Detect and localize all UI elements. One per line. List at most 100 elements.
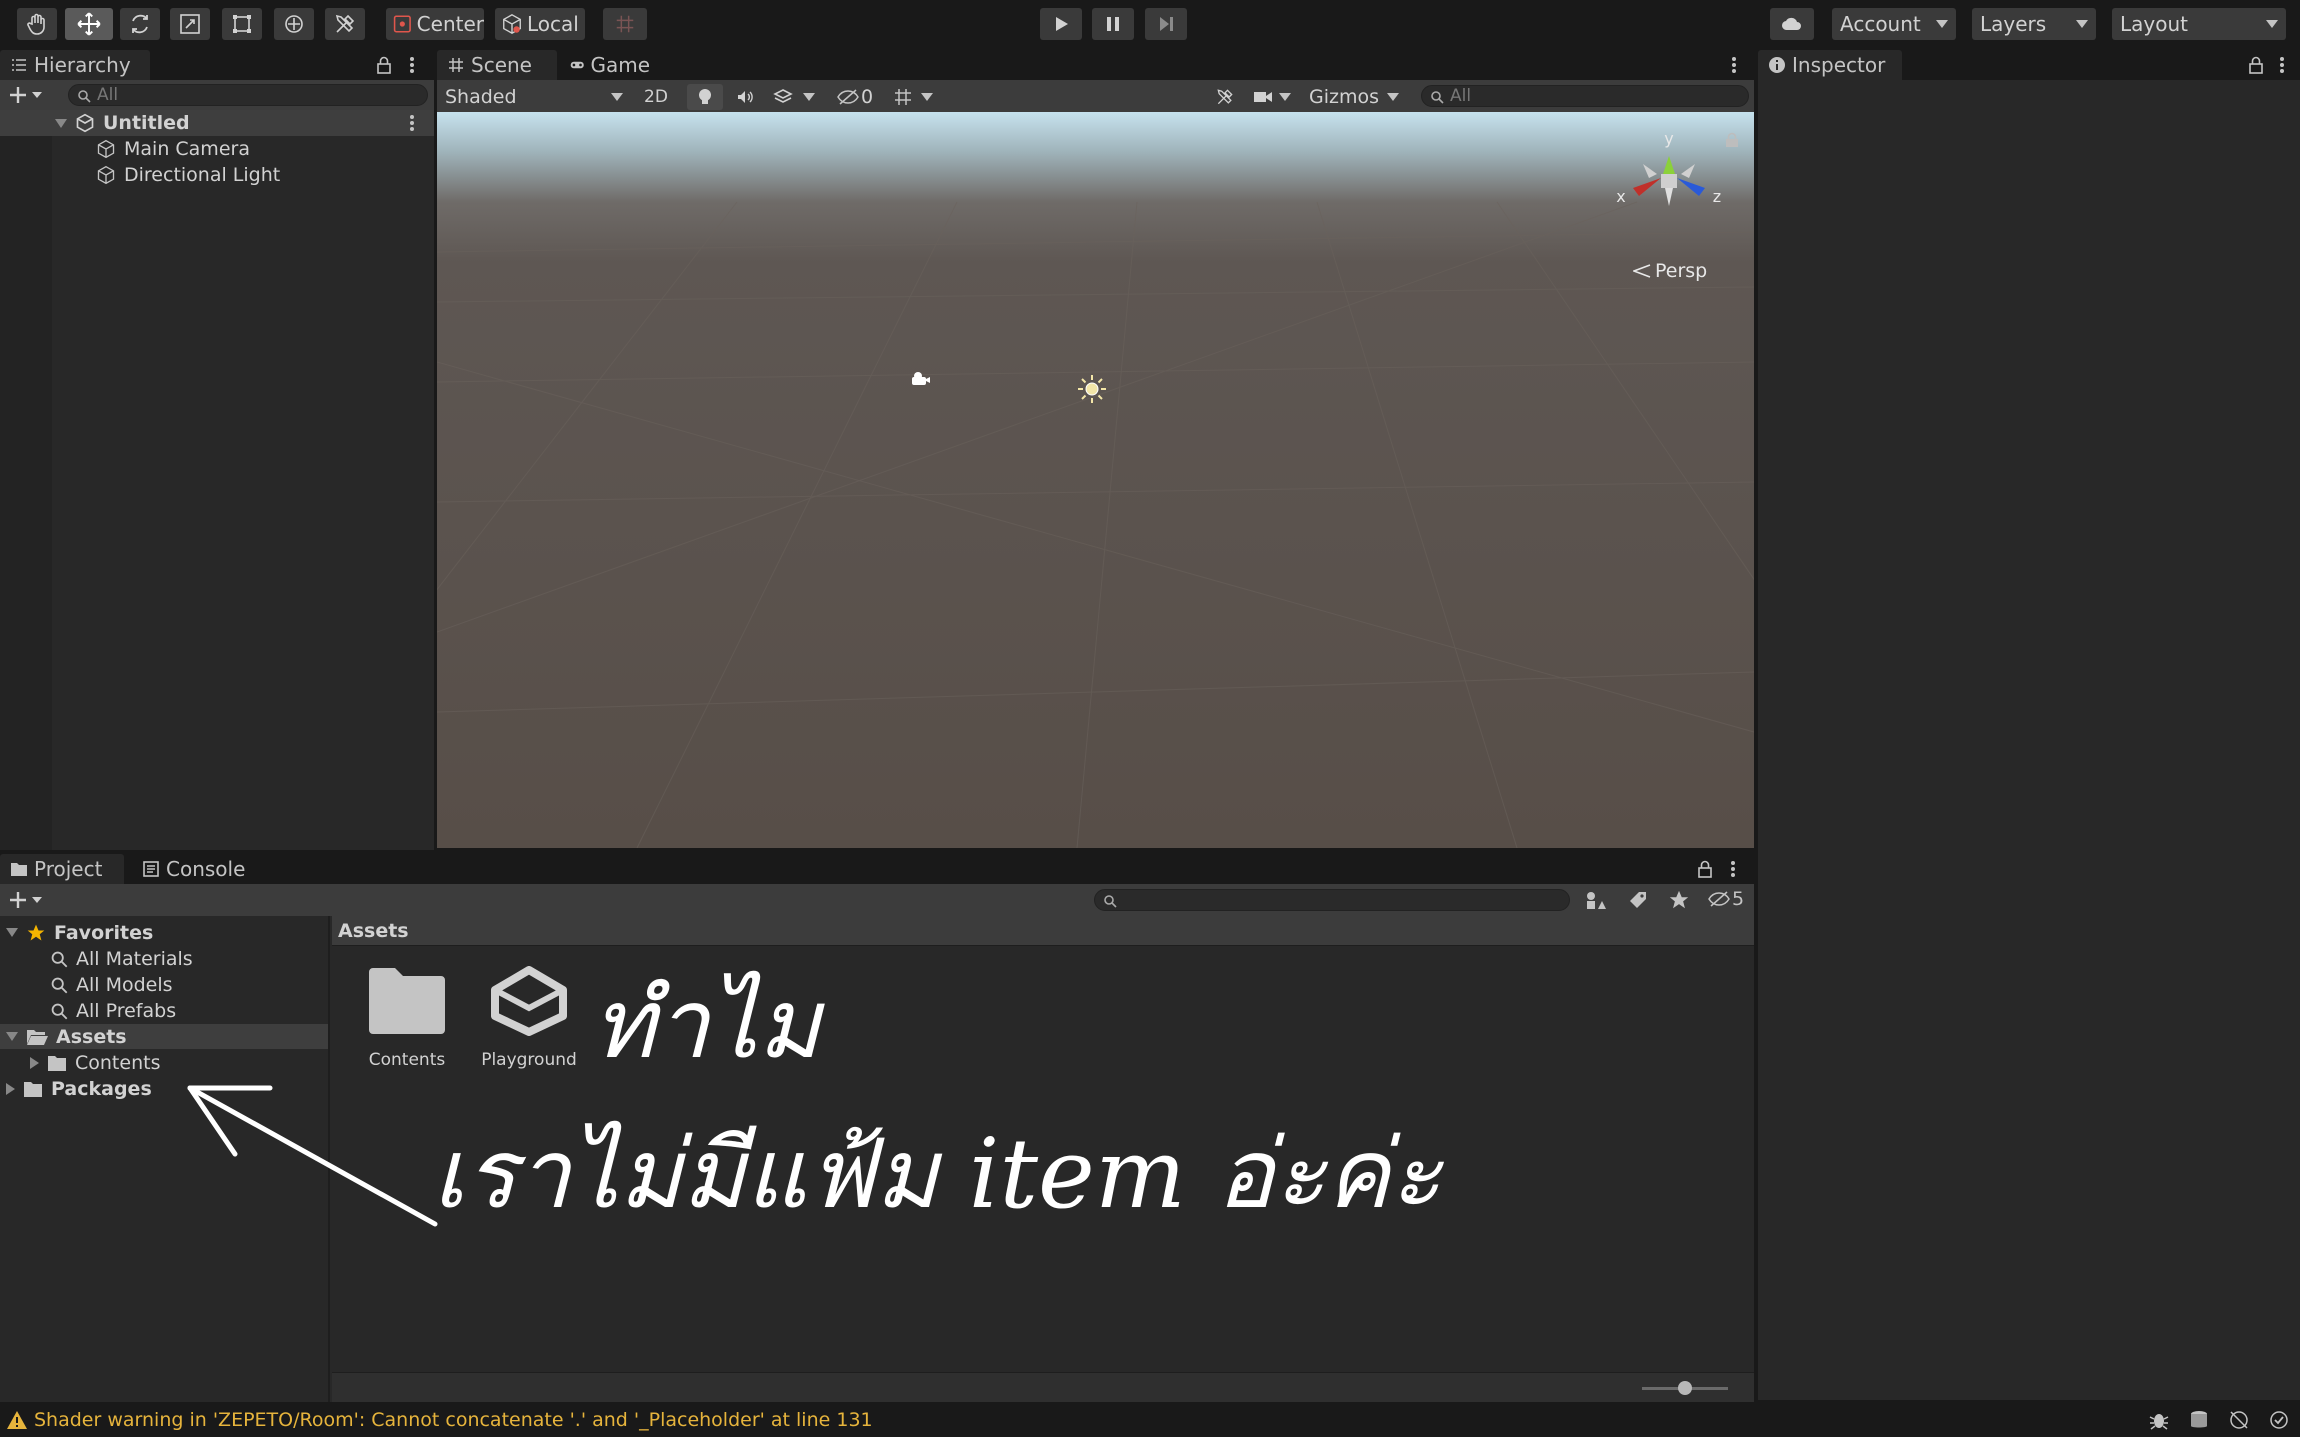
tab-game[interactable]: Game <box>560 50 660 80</box>
project-visibility-toggle[interactable]: 5 <box>1708 888 1744 910</box>
mode-2d-toggle[interactable]: 2D <box>635 84 677 110</box>
project-search-input[interactable] <box>1094 889 1570 911</box>
scene-row-untitled[interactable]: Untitled <box>0 110 434 136</box>
gizmos-dropdown[interactable] <box>1379 84 1407 110</box>
create-dropdown-button[interactable] <box>8 83 52 107</box>
tab-scene[interactable]: Scene <box>437 50 557 80</box>
rotate-tool-button[interactable] <box>120 8 160 40</box>
favorite-item-label: All Models <box>76 973 173 996</box>
chevron-down-icon <box>921 93 933 101</box>
bug-icon[interactable] <box>2148 1409 2170 1431</box>
favorite-item-all-materials[interactable]: All Materials <box>50 946 193 971</box>
hierarchy-item-main-camera[interactable]: Main Camera <box>0 136 434 162</box>
layout-label: Layout <box>2120 12 2188 36</box>
layout-dropdown[interactable]: Layout <box>2112 8 2286 40</box>
rect-tool-button[interactable] <box>222 8 262 40</box>
hierarchy-search-input[interactable]: All <box>68 84 428 106</box>
audio-toggle[interactable] <box>727 84 763 110</box>
search-icon <box>51 951 68 967</box>
lighting-toggle[interactable] <box>687 84 723 110</box>
gamepad-icon <box>570 61 584 69</box>
tab-inspector[interactable]: Inspector <box>1758 50 1902 80</box>
kebab-menu-icon[interactable] <box>410 57 414 73</box>
asset-item-playground[interactable]: Playground <box>474 966 584 1070</box>
project-panel: Project Console 5 Favorites All Material… <box>0 854 1754 1402</box>
effects-dropdown[interactable] <box>767 84 825 110</box>
zoom-slider-thumb[interactable] <box>1678 1381 1692 1395</box>
transform-tool-button[interactable] <box>274 8 314 40</box>
gizmos-label: Gizmos <box>1309 86 1380 108</box>
unity-scene-icon <box>76 113 94 133</box>
pause-button[interactable] <box>1092 8 1134 40</box>
cloud-button[interactable] <box>1770 8 1814 40</box>
scene-search-input[interactable]: All <box>1421 85 1749 107</box>
folder-contents[interactable]: Contents <box>30 1050 160 1075</box>
inspector-tabbar: Inspector <box>1758 50 2300 80</box>
move-tool-button[interactable] <box>65 8 113 40</box>
kebab-menu-icon[interactable] <box>410 115 414 131</box>
handwritten-note-line2: เราไม่มีแฟ้ม item อ่ะค่ะ <box>432 1118 1442 1230</box>
custom-tool-button[interactable] <box>325 8 365 40</box>
status-message[interactable]: Shader warning in 'ZEPETO/Room': Cannot … <box>34 1409 873 1431</box>
projection-toggle[interactable]: Persp <box>1633 260 1707 282</box>
gizmos-button[interactable]: Gizmos <box>1303 84 1380 110</box>
layers-dropdown[interactable]: Layers <box>1972 8 2096 40</box>
breadcrumb: Assets <box>332 916 1754 946</box>
favorites-section[interactable]: Favorites <box>6 920 153 945</box>
check-circle-icon[interactable] <box>2268 1409 2290 1431</box>
folder-label: Contents <box>75 1051 161 1074</box>
scene-search-placeholder: All <box>1450 86 1472 106</box>
asset-item-contents[interactable]: Contents <box>352 966 462 1070</box>
star-icon[interactable] <box>1668 889 1690 911</box>
kebab-menu-icon[interactable] <box>1731 861 1735 877</box>
scale-tool-button[interactable] <box>170 8 210 40</box>
step-icon <box>1160 17 1173 31</box>
folder-icon <box>48 1055 66 1071</box>
lock-icon[interactable] <box>376 56 392 74</box>
perspective-icon <box>1633 264 1651 278</box>
scene-viewport[interactable]: y x z Persp <box>437 112 1754 848</box>
lock-icon[interactable] <box>1725 132 1739 148</box>
tab-project[interactable]: Project <box>0 854 124 884</box>
network-off-icon[interactable] <box>2228 1409 2250 1431</box>
project-assets-area: Assets Contents Playground ทำไม เราไม่มี… <box>332 916 1754 1402</box>
pivot-center-toggle[interactable]: Center <box>386 8 484 40</box>
step-button[interactable] <box>1145 8 1187 40</box>
project-hidden-count: 5 <box>1732 888 1745 910</box>
lock-icon[interactable] <box>1697 860 1713 878</box>
camera-settings-dropdown[interactable] <box>1247 84 1297 110</box>
hand-tool-button[interactable] <box>17 8 57 40</box>
tab-hierarchy[interactable]: Hierarchy <box>0 50 150 80</box>
search-by-type-icon[interactable] <box>1584 890 1606 910</box>
database-icon[interactable] <box>2188 1409 2210 1431</box>
orientation-gizmo[interactable]: y x z <box>1605 118 1735 248</box>
tools-toggle[interactable] <box>1207 84 1243 110</box>
scene-visibility-toggle[interactable]: 0 <box>831 84 881 110</box>
search-icon <box>1104 895 1117 908</box>
kebab-menu-icon[interactable] <box>2280 57 2284 73</box>
grid-snap-button[interactable] <box>603 8 647 40</box>
breadcrumb-item[interactable]: Assets <box>338 920 409 942</box>
sun-light-gizmo-icon[interactable] <box>1077 374 1107 404</box>
move-arrows-icon <box>77 12 101 36</box>
favorite-item-all-models[interactable]: All Models <box>50 972 173 997</box>
hierarchy-item-directional-light[interactable]: Directional Light <box>0 162 434 188</box>
expand-arrow-icon <box>30 1056 39 1069</box>
create-asset-dropdown-button[interactable] <box>8 888 52 912</box>
account-dropdown[interactable]: Account <box>1832 8 1956 40</box>
label-tag-icon[interactable] <box>1628 890 1648 910</box>
kebab-menu-icon[interactable] <box>1732 57 1736 73</box>
packages-folder[interactable]: Packages <box>6 1076 152 1101</box>
assets-folder[interactable]: Assets <box>0 1024 328 1049</box>
play-button[interactable] <box>1040 8 1082 40</box>
packages-folder-label: Packages <box>51 1077 152 1100</box>
unity-scene-icon <box>491 966 567 1036</box>
pause-icon <box>1107 17 1119 31</box>
pivot-space-toggle[interactable]: Local <box>495 8 585 40</box>
camera-gizmo-icon[interactable] <box>909 370 931 388</box>
tab-console[interactable]: Console <box>132 854 262 884</box>
lock-icon[interactable] <box>2248 56 2264 74</box>
shading-mode-dropdown[interactable]: Shaded <box>439 84 629 110</box>
grid-toggle-dropdown[interactable] <box>887 84 939 110</box>
favorite-item-all-prefabs[interactable]: All Prefabs <box>50 998 176 1023</box>
